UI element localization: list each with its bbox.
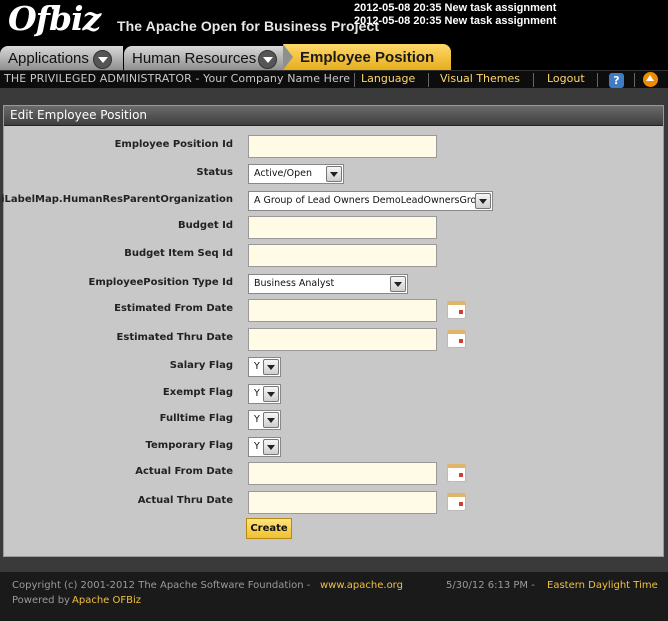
exempt-flag-select[interactable]: Y	[248, 384, 281, 404]
field-label: Salary Flag	[169, 360, 233, 371]
user-bar: THE PRIVILEGED ADMINISTRATOR - Your Comp…	[0, 70, 668, 88]
form-row-temporary-flag: Temporary Flag Y	[4, 436, 664, 460]
budget-item-seq-id-input[interactable]	[248, 244, 437, 267]
ofbiz-logo[interactable]: Ofbiz	[8, 0, 106, 40]
estimated-from-date-input[interactable]	[248, 299, 437, 322]
position-type-value: Business Analyst	[254, 278, 335, 289]
form-row-actual-from-date: Actual From Date	[4, 462, 664, 486]
parent-organization-value: A Group of Lead Owners DemoLeadOwnersGro…	[254, 195, 489, 206]
app-header: Ofbiz The Apache Open for Business Proje…	[0, 0, 668, 44]
language-link[interactable]: Language	[361, 72, 415, 85]
chevron-down-icon[interactable]	[263, 439, 279, 455]
form-row-est-thru-date: Estimated Thru Date	[4, 328, 664, 352]
timezone-link[interactable]: Eastern Daylight Time	[547, 580, 658, 591]
field-label: Fulltime Flag	[159, 413, 233, 424]
page-footer: Copyright (c) 2001-2012 The Apache Softw…	[0, 572, 668, 621]
budget-id-input[interactable]	[248, 216, 437, 239]
field-label: Budget Item Seq Id	[124, 248, 233, 259]
calendar-icon[interactable]	[447, 330, 466, 348]
form-row-status: Status Active/Open	[4, 163, 664, 187]
logout-link[interactable]: Logout	[547, 72, 585, 85]
chevron-down-icon[interactable]	[258, 50, 277, 69]
status-select-value: Active/Open	[254, 168, 312, 179]
apache-link[interactable]: www.apache.org	[320, 580, 403, 591]
main-content: Edit Employee Position Employee Position…	[0, 88, 668, 572]
tab-employee-position[interactable]: Employee Position	[283, 44, 451, 70]
app-tab-bar: Applications Human Resources Employee Po…	[0, 44, 668, 70]
position-type-select[interactable]: Business Analyst	[248, 274, 408, 294]
field-label: Temporary Flag	[145, 440, 234, 451]
parent-organization-select[interactable]: A Group of Lead Owners DemoLeadOwnersGro…	[248, 191, 493, 211]
actual-thru-date-input[interactable]	[248, 491, 437, 514]
copyright-text: Copyright (c) 2001-2012 The Apache Softw…	[12, 580, 311, 591]
chevron-down-icon[interactable]	[263, 386, 279, 402]
form-row-actual-thru-date: Actual Thru Date	[4, 491, 664, 515]
divider	[533, 73, 534, 87]
notification-item[interactable]: 2012-05-08 20:35 New task assignment	[354, 2, 556, 15]
user-info: THE PRIVILEGED ADMINISTRATOR - Your Comp…	[4, 72, 351, 85]
field-label: Exempt Flag	[162, 387, 233, 398]
field-label: ${uiLabelMap.HumanResParentOrganization	[0, 194, 233, 205]
form-row-salary-flag: Salary Flag Y	[4, 356, 664, 380]
form-row-est-from-date: Estimated From Date	[4, 299, 664, 323]
notification-list: 2012-05-08 20:35 New task assignment 201…	[354, 2, 556, 28]
chevron-down-icon[interactable]	[263, 359, 279, 375]
form-row-budget-item-seq-id: Budget Item Seq Id	[4, 244, 664, 268]
field-label: Budget Id	[178, 220, 233, 231]
form-row-exempt-flag: Exempt Flag Y	[4, 383, 664, 407]
form-row-employee-position-id: Employee Position Id	[4, 135, 664, 159]
form-row-budget-id: Budget Id	[4, 216, 664, 240]
divider	[634, 73, 635, 87]
employee-position-id-input[interactable]	[248, 135, 437, 158]
help-icon[interactable]: ?	[609, 73, 624, 88]
visual-themes-link[interactable]: Visual Themes	[440, 72, 520, 85]
tab-applications-label: Applications	[8, 50, 89, 67]
divider	[597, 73, 598, 87]
field-label: Actual From Date	[135, 466, 233, 477]
form-row-fulltime-flag: Fulltime Flag Y	[4, 409, 664, 433]
estimated-thru-date-input[interactable]	[248, 328, 437, 351]
field-label: Estimated Thru Date	[116, 332, 233, 343]
calendar-icon[interactable]	[447, 301, 466, 319]
chevron-down-icon[interactable]	[475, 193, 491, 209]
fulltime-flag-select[interactable]: Y	[248, 410, 281, 430]
status-select[interactable]: Active/Open	[248, 164, 344, 184]
field-label: Status	[196, 167, 233, 178]
divider	[428, 73, 429, 87]
tab-human-resources[interactable]: Human Resources	[124, 46, 283, 70]
calendar-icon[interactable]	[447, 493, 466, 511]
form-row-type-id: EmployeePosition Type Id Business Analys…	[4, 273, 664, 297]
calendar-icon[interactable]	[447, 464, 466, 482]
collapse-up-icon[interactable]	[643, 72, 658, 87]
divider	[354, 73, 355, 87]
chevron-down-icon[interactable]	[93, 50, 112, 69]
powered-by-text: Powered by	[12, 595, 70, 606]
salary-flag-value: Y	[254, 361, 260, 372]
tab-applications[interactable]: Applications	[0, 46, 123, 70]
site-title: The Apache Open for Business Project	[117, 18, 380, 34]
ofbiz-link[interactable]: Apache OFBiz	[72, 595, 141, 606]
salary-flag-select[interactable]: Y	[248, 357, 281, 377]
create-button[interactable]: Create	[246, 518, 292, 539]
panel-title: Edit Employee Position	[4, 106, 663, 126]
chevron-down-icon[interactable]	[263, 412, 279, 428]
exempt-flag-value: Y	[254, 388, 260, 399]
field-label: Estimated From Date	[114, 303, 233, 314]
chevron-down-icon[interactable]	[390, 276, 406, 292]
field-label: Employee Position Id	[114, 139, 233, 150]
temporary-flag-select[interactable]: Y	[248, 437, 281, 457]
field-label: EmployeePosition Type Id	[88, 277, 233, 288]
datetime-text: 5/30/12 6:13 PM -	[446, 580, 535, 591]
tab-human-resources-label: Human Resources	[132, 50, 257, 67]
temporary-flag-value: Y	[254, 441, 260, 452]
actual-from-date-input[interactable]	[248, 462, 437, 485]
chevron-down-icon[interactable]	[326, 166, 342, 182]
fulltime-flag-value: Y	[254, 414, 260, 425]
field-label: Actual Thru Date	[137, 495, 233, 506]
edit-form-panel: Edit Employee Position Employee Position…	[0, 105, 664, 557]
form-row-parent-org: ${uiLabelMap.HumanResParentOrganization …	[0, 190, 664, 214]
notification-item[interactable]: 2012-05-08 20:35 New task assignment	[354, 15, 556, 28]
